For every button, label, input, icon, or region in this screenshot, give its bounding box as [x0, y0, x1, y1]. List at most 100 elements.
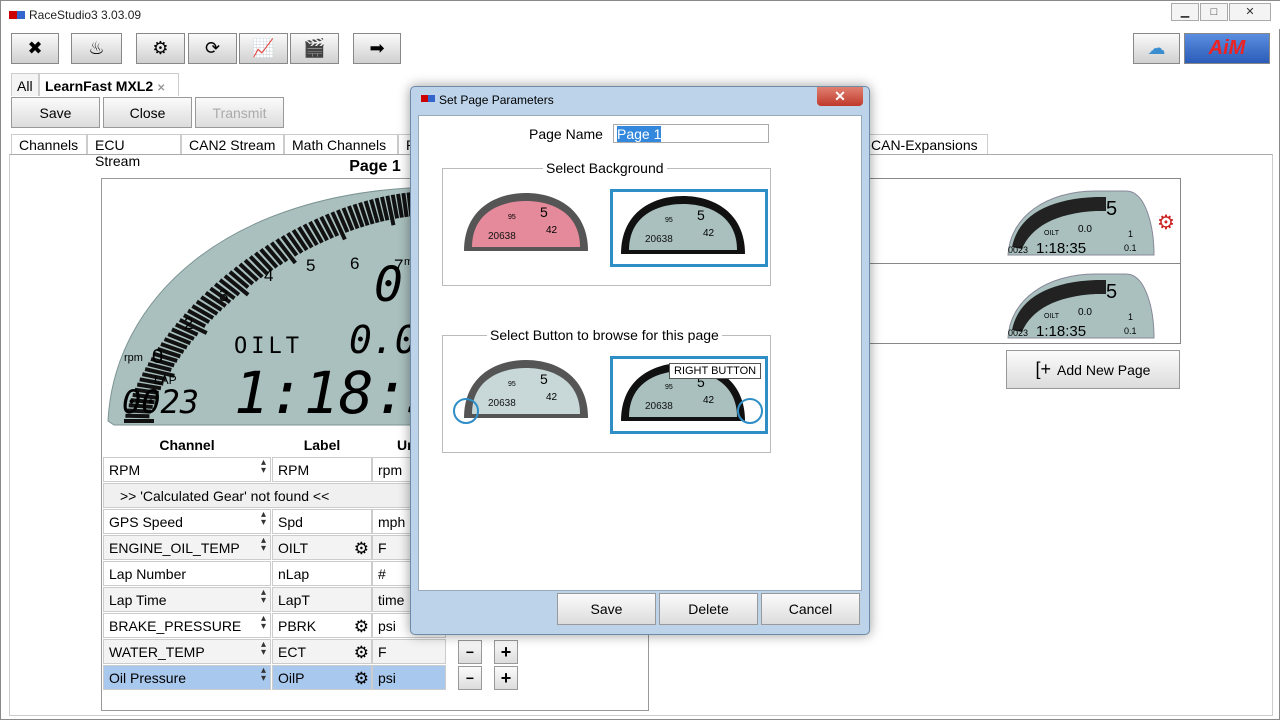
background-option-pink[interactable]: 20638 42 95 5	[456, 189, 596, 264]
page-thumbnail-2[interactable]: 5 0.0 OILT 0023 1:18:35 1 0.1	[1006, 270, 1156, 343]
page-name-input[interactable]: Page 1	[613, 124, 769, 143]
dialog-delete-button[interactable]: Delete	[659, 593, 758, 625]
right-button-marker[interactable]	[737, 398, 763, 424]
subtab-can2-stream[interactable]: CAN2 Stream	[181, 134, 284, 155]
aim-logo[interactable]: AiM	[1184, 33, 1270, 64]
left-button-marker[interactable]	[453, 398, 479, 424]
subtab-channels[interactable]: Channels	[11, 134, 87, 155]
r2: 0.1	[1124, 326, 1137, 336]
spinner-icon[interactable]: ▴ ▾	[261, 588, 266, 611]
clapperboard-icon[interactable]: 🎬	[290, 33, 339, 64]
subtab-can-expansions[interactable]: CAN-Expansions	[863, 134, 988, 155]
t3: 95	[665, 217, 673, 224]
page-settings-gear-icon[interactable]: ⚙	[1157, 210, 1175, 235]
label-field[interactable]: Spd	[272, 509, 372, 534]
spinner-icon[interactable]: ▴ ▾	[261, 614, 266, 637]
page-name-value: Page 1	[617, 126, 662, 142]
label-field[interactable]: LapT	[272, 587, 372, 612]
gear-icon[interactable]: ⚙	[354, 666, 369, 689]
subtab-ecu-stream[interactable]: ECU Stream	[87, 134, 181, 169]
dialog-save-button[interactable]: Save	[557, 593, 656, 625]
maximize-button[interactable]: □	[1200, 3, 1228, 21]
track-map-icon[interactable]: ⟳	[188, 33, 237, 64]
gear-icon[interactable]: ⚙	[354, 614, 369, 637]
unit-field[interactable]: psi	[372, 665, 446, 690]
label-field[interactable]: OILT ⚙	[272, 535, 372, 560]
tab-learnfast-mxl2[interactable]: LearnFast MXL2 ✕	[39, 73, 179, 96]
label-field[interactable]: OilP ⚙	[272, 665, 372, 690]
cloud-user-icon[interactable]: ☁	[1133, 33, 1180, 64]
spinner-icon[interactable]: ▴ ▾	[261, 640, 266, 663]
t2: 42	[703, 228, 715, 239]
speed-value: 0	[374, 257, 403, 313]
label-value: ECT	[278, 644, 306, 660]
dialog-close-button[interactable]: ✕	[817, 87, 863, 106]
gear-value: 5	[1106, 281, 1117, 303]
tab-label: LearnFast MXL2	[45, 78, 154, 94]
add-new-page-button[interactable]: [+ Add New Page	[1006, 350, 1180, 389]
dialog-cancel-button[interactable]: Cancel	[761, 593, 860, 625]
channel-name: Lap Time	[109, 592, 167, 608]
transmit-button[interactable]: Transmit	[195, 97, 284, 128]
add-row-button[interactable]: +	[494, 666, 518, 690]
rpm-tick-label: 3	[219, 286, 228, 305]
channel-name: Lap Number	[109, 566, 187, 582]
close-tab-icon[interactable]: ✕	[157, 83, 165, 94]
t2: 42	[546, 392, 558, 403]
transfer-arrow-icon[interactable]: ➡	[353, 33, 401, 64]
lap-number: 0023	[122, 383, 199, 421]
tab-all[interactable]: All	[11, 73, 39, 96]
channel-select[interactable]: Oil Pressure ▴ ▾	[103, 665, 271, 690]
spinner-icon[interactable]: ▴ ▾	[261, 458, 266, 481]
set-page-parameters-dialog: Set Page Parameters ✕ Page Name Page 1 S…	[410, 86, 870, 635]
value: 0.0	[1078, 307, 1092, 318]
close-window-button[interactable]: ✕	[1229, 3, 1271, 21]
close-button[interactable]: Close	[103, 97, 192, 128]
label-field[interactable]: ECT ⚙	[272, 639, 372, 664]
remove-row-button[interactable]: −	[458, 640, 482, 664]
thumbnail-image: 5 0.0 OILT 0023 1:18:35 1 0.1	[1007, 190, 1155, 257]
title-bar: RaceStudio3 3.03.09 ▁ □ ✕	[1, 1, 1280, 29]
wrench-icon[interactable]: ✖	[11, 33, 59, 64]
spinner-icon[interactable]: ▴ ▾	[261, 666, 266, 689]
group-title: Select Background	[543, 160, 667, 176]
channel-select[interactable]: ENGINE_OIL_TEMP ▴ ▾	[103, 535, 271, 560]
unit-field[interactable]: F	[372, 639, 446, 664]
channel-select[interactable]: GPS Speed ▴ ▾	[103, 509, 271, 534]
gear-icon[interactable]: ⚙	[354, 536, 369, 559]
channel-name: WATER_TEMP	[109, 644, 205, 660]
channel-select[interactable]: BRAKE_PRESSURE ▴ ▾	[103, 613, 271, 638]
dialog-logo-icon	[421, 95, 435, 102]
page-thumbnail-1[interactable]: 5 0.0 OILT 0023 1:18:35 1 0.1	[1006, 187, 1156, 260]
label-field[interactable]: PBRK ⚙	[272, 613, 372, 638]
gear-settings-icon[interactable]: ⚙	[136, 33, 185, 64]
spinner-icon[interactable]: ▴ ▾	[261, 510, 266, 533]
label-field[interactable]: nLap	[272, 561, 372, 586]
button-option-left[interactable]: 20638 42 95 5	[456, 356, 596, 431]
t1: 20638	[645, 234, 673, 245]
label-value: nLap	[278, 566, 310, 582]
save-button[interactable]: Save	[11, 97, 100, 128]
channel-select[interactable]: Lap Time ▴ ▾	[103, 587, 271, 612]
t3: 95	[508, 381, 516, 388]
water-temp-icon[interactable]: ♨	[71, 33, 122, 64]
channel-select[interactable]: RPM ▴ ▾	[103, 457, 271, 482]
minimize-button[interactable]: ▁	[1171, 3, 1199, 21]
channel-select[interactable]: WATER_TEMP ▴ ▾	[103, 639, 271, 664]
label-field[interactable]: RPM	[272, 457, 372, 482]
add-row-button[interactable]: +	[494, 640, 518, 664]
rpm-tick-label: 6	[350, 254, 359, 273]
channel-select[interactable]: Lap Number	[103, 561, 271, 586]
background-option-dark[interactable]: 20638 42 95 5	[610, 189, 768, 267]
remove-row-button[interactable]: −	[458, 666, 482, 690]
spinner-icon[interactable]: ▴ ▾	[261, 536, 266, 559]
page-name-label: Page Name	[529, 126, 603, 142]
analysis-chart-icon[interactable]: 📈	[239, 33, 288, 64]
rpm-tick-label: 0	[152, 346, 163, 368]
channel-name: Oil Pressure	[109, 670, 187, 686]
rpm-tick-label: 2	[184, 314, 193, 333]
gear-icon[interactable]: ⚙	[354, 640, 369, 663]
divider	[862, 263, 1180, 264]
label-value: OilP	[278, 670, 305, 686]
subtab-math-channels[interactable]: Math Channels	[284, 134, 398, 155]
